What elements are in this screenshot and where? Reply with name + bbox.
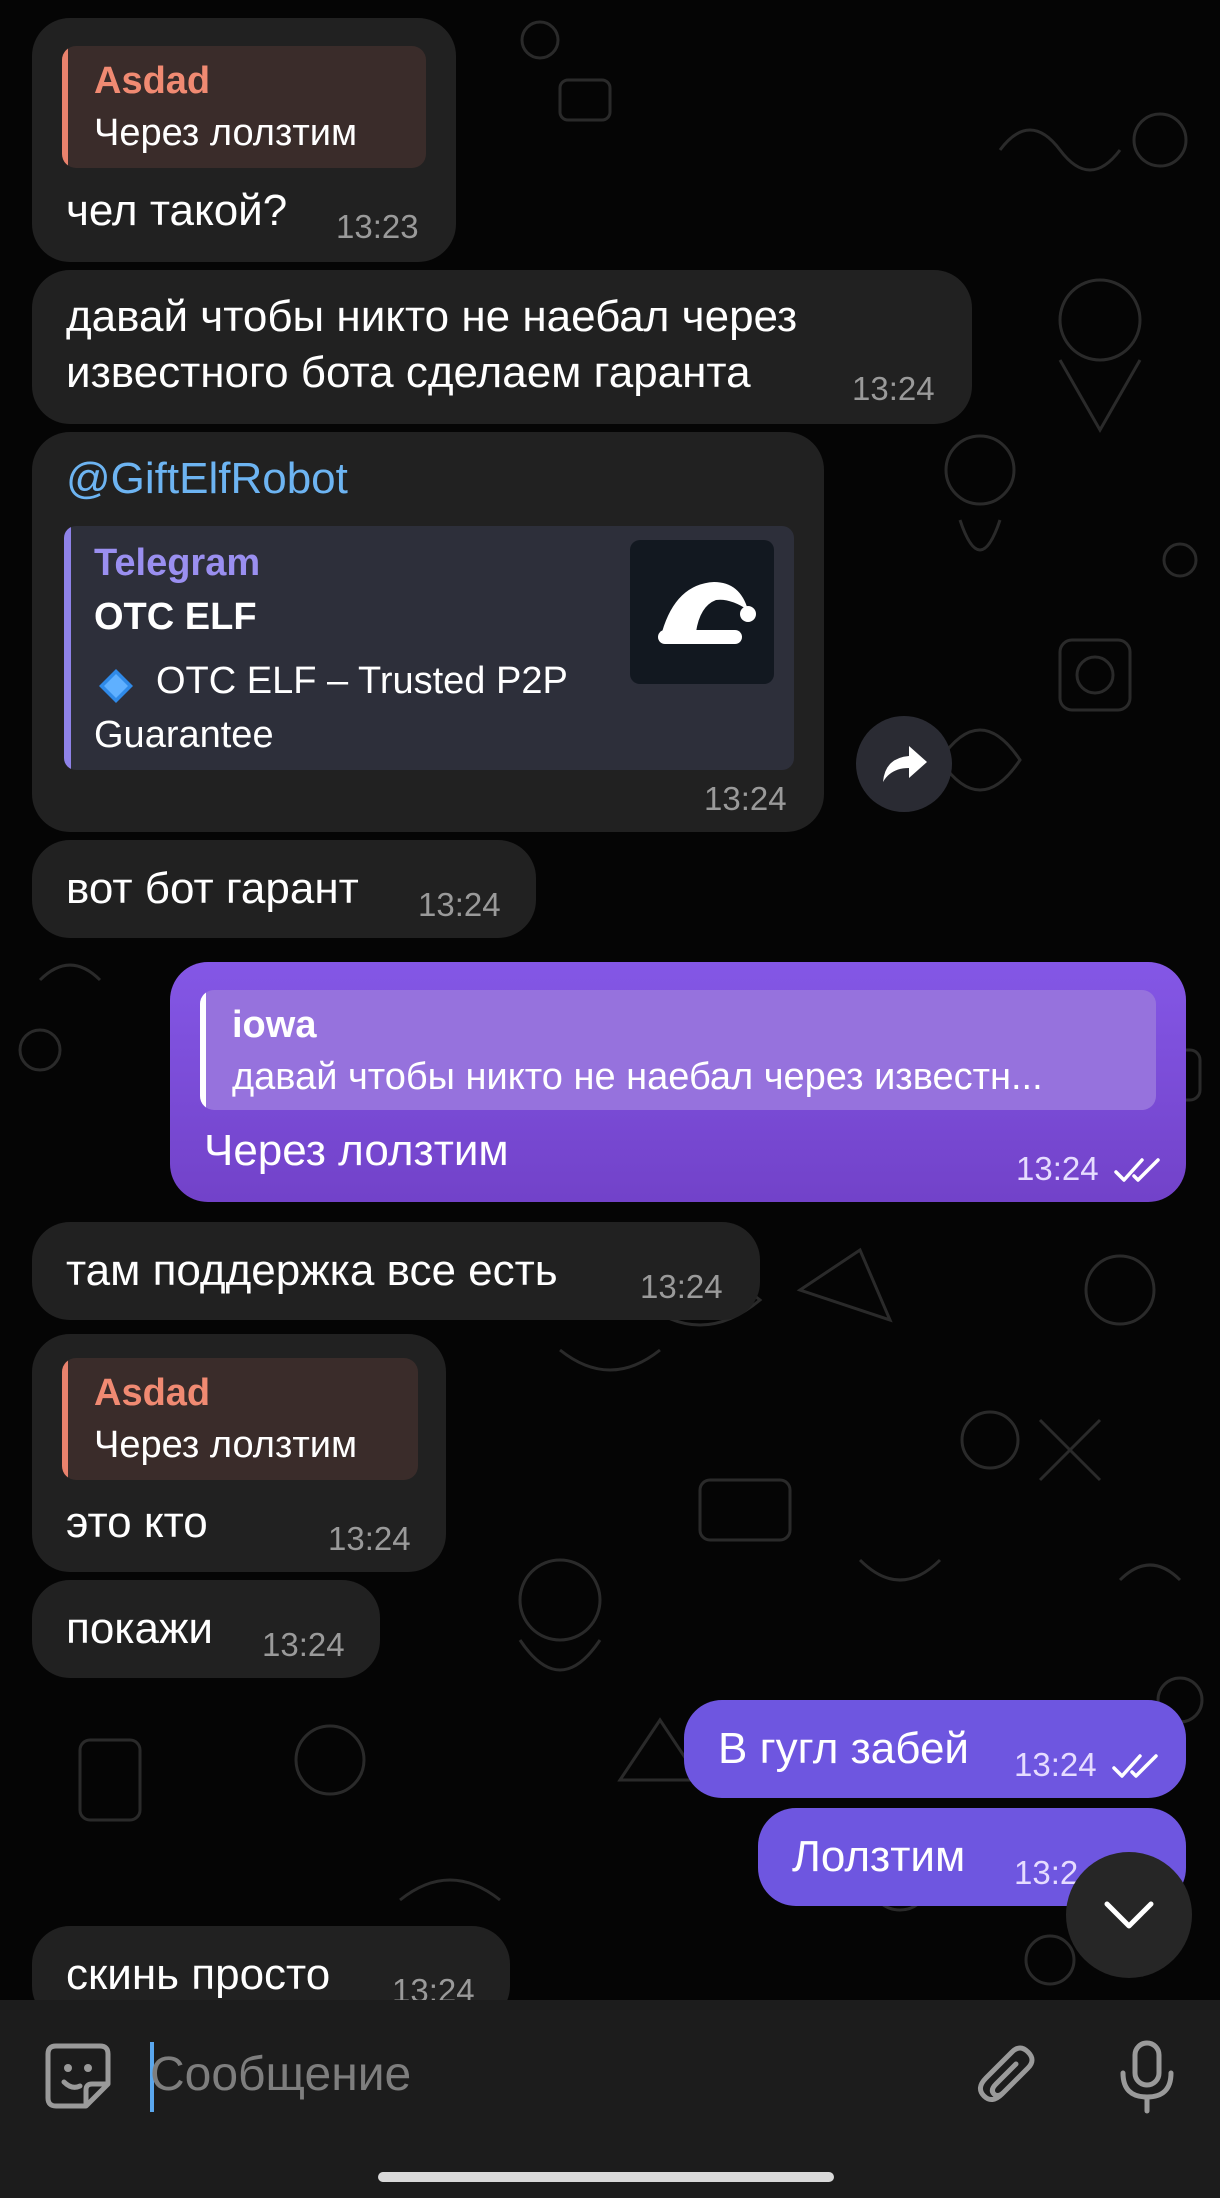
- incoming-message-bubble[interactable]: Asdad Через лолзтим это кто 13:24: [32, 1334, 446, 1572]
- reply-accent-bar: [62, 46, 68, 168]
- paperclip-icon: [978, 2045, 1035, 2102]
- incoming-link-message-bubble[interactable]: @GiftElfRobot Telegram OTC ELF OTC ELF –…: [32, 432, 824, 832]
- message-composer: Сообщение: [0, 2000, 1220, 2150]
- message-time: 13:23: [336, 208, 419, 245]
- chevron-down-icon: [1104, 1901, 1154, 1929]
- reply-text: давай чтобы никто не наебал через извест…: [232, 1056, 1043, 1098]
- message-text: вот бот гарант: [66, 864, 359, 913]
- double-check-icon: [1114, 1158, 1160, 1182]
- share-arrow-icon: [883, 746, 927, 782]
- reply-author: Asdad: [94, 1372, 211, 1414]
- reply-author: Asdad: [94, 60, 211, 102]
- message-time: 13:24: [1016, 1150, 1099, 1187]
- scroll-to-bottom-button[interactable]: [1066, 1852, 1192, 1978]
- bot-username-link[interactable]: @GiftElfRobot: [66, 454, 348, 504]
- incoming-message-bubble[interactable]: покажи 13:24: [32, 1580, 380, 1678]
- message-time: 13:2: [1014, 1854, 1079, 1891]
- outgoing-message-bubble[interactable]: В гугл забей 13:24: [684, 1700, 1186, 1798]
- home-indicator[interactable]: [378, 2172, 834, 2182]
- message-text-line-1: давай чтобы никто не наебал через: [66, 292, 798, 341]
- message-time: 13:24: [852, 370, 935, 407]
- blue-diamond-icon: [96, 666, 136, 711]
- sticker-emoji-icon: [45, 2043, 111, 2109]
- voice-record-button[interactable]: [1102, 2032, 1192, 2122]
- incoming-message-bubble[interactable]: давай чтобы никто не наебал через извест…: [32, 270, 972, 424]
- reply-text: Через лолзтим: [94, 1424, 358, 1466]
- link-preview-card[interactable]: Telegram OTC ELF OTC ELF – Trusted P2P G…: [64, 526, 794, 770]
- message-time: 13:24: [1014, 1746, 1097, 1783]
- incoming-message-bubble[interactable]: вот бот гарант 13:24: [32, 840, 536, 938]
- message-text: покажи: [66, 1604, 213, 1653]
- elf-hat-icon: [658, 582, 756, 644]
- preview-accent-bar: [64, 526, 71, 770]
- forward-button[interactable]: [856, 716, 952, 812]
- emoji-button[interactable]: [36, 2034, 120, 2118]
- reply-text: Через лолзтим: [94, 112, 358, 154]
- outgoing-message-bubble[interactable]: iowa давай чтобы никто не наебал через и…: [170, 962, 1186, 1202]
- message-time: 13:24: [704, 780, 787, 817]
- reply-accent-bar: [200, 990, 206, 1110]
- message-time: 13:24: [262, 1626, 345, 1663]
- preview-thumbnail[interactable]: [630, 540, 774, 684]
- preview-description-line-1: OTC ELF – Trusted P2P: [156, 660, 568, 702]
- message-text-line-2: известного бота сделаем гаранта: [66, 348, 751, 397]
- message-time: 13:24: [640, 1268, 723, 1305]
- message-text: Через лолзтим: [204, 1126, 509, 1175]
- double-check-icon: [1112, 1754, 1158, 1778]
- preview-description-line-2: Guarantee: [94, 714, 274, 756]
- message-text: Лолзтим: [792, 1832, 966, 1881]
- message-time: 13:24: [328, 1520, 411, 1557]
- message-text: чел такой?: [66, 186, 288, 235]
- message-input[interactable]: Сообщение: [150, 2040, 910, 2110]
- preview-title: OTC ELF: [94, 596, 257, 638]
- incoming-message-bubble[interactable]: Asdad Через лолзтим чел такой? 13:23: [32, 18, 456, 262]
- message-text: В гугл забей: [718, 1724, 970, 1773]
- reply-quote[interactable]: iowa давай чтобы никто не наебал через и…: [200, 990, 1156, 1110]
- message-text: там поддержка все есть: [66, 1246, 558, 1295]
- message-text: это кто: [66, 1498, 208, 1547]
- reply-quote[interactable]: Asdad Через лолзтим: [62, 46, 426, 168]
- reply-accent-bar: [62, 1358, 68, 1480]
- message-time: 13:24: [418, 886, 501, 923]
- reply-author: iowa: [232, 1004, 317, 1046]
- incoming-message-bubble[interactable]: там поддержка все есть 13:24: [32, 1222, 760, 1320]
- message-text: скинь просто: [66, 1950, 331, 1999]
- chat-background: Asdad Через лолзтим чел такой? 13:23 дав…: [0, 0, 1220, 2198]
- microphone-icon: [1120, 2040, 1174, 2114]
- preview-site-name: Telegram: [94, 542, 261, 584]
- attach-button[interactable]: [962, 2032, 1052, 2122]
- reply-quote[interactable]: Asdad Через лолзтим: [62, 1358, 418, 1480]
